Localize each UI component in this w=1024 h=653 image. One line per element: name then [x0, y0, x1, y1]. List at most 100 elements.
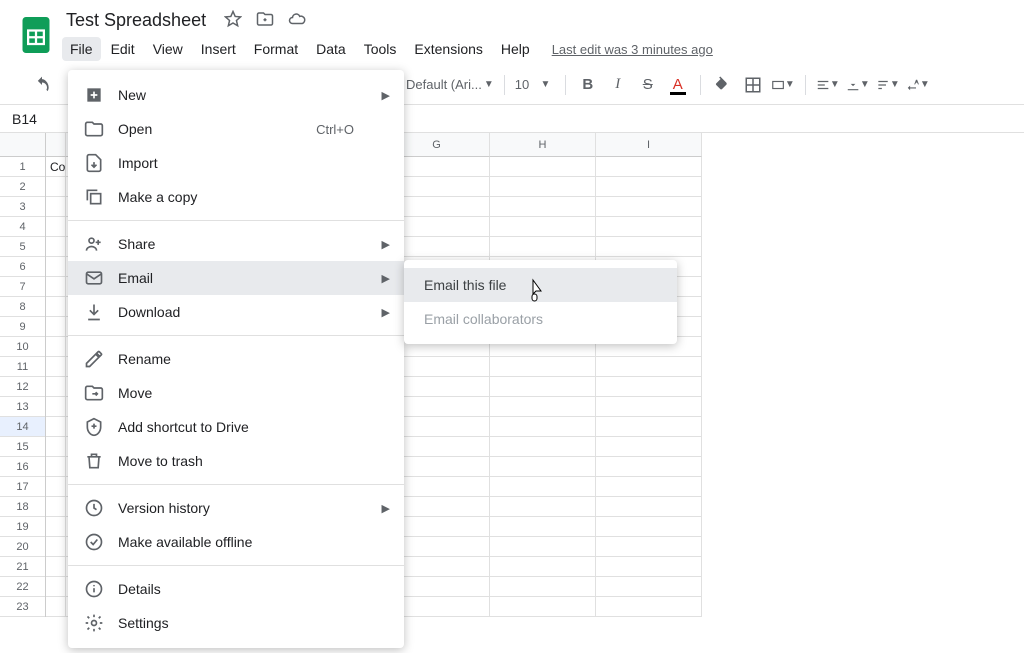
cell[interactable] [46, 357, 66, 377]
cell[interactable] [596, 537, 702, 557]
menu-open[interactable]: OpenCtrl+O [68, 112, 404, 146]
cell[interactable] [596, 397, 702, 417]
menu-move-trash[interactable]: Move to trash [68, 444, 404, 478]
menu-move[interactable]: Move [68, 376, 404, 410]
cell[interactable] [490, 177, 596, 197]
cell[interactable] [490, 217, 596, 237]
cell[interactable] [596, 477, 702, 497]
bold-icon[interactable]: B [576, 73, 600, 97]
row-header[interactable]: 13 [0, 397, 45, 417]
menu-rename[interactable]: Rename [68, 342, 404, 376]
row-header[interactable]: 2 [0, 177, 45, 197]
cell[interactable] [46, 177, 66, 197]
menu-data[interactable]: Data [308, 37, 354, 61]
cell[interactable] [46, 577, 66, 597]
cell[interactable] [490, 517, 596, 537]
cell[interactable] [490, 497, 596, 517]
menu-file[interactable]: File [62, 37, 101, 61]
cell[interactable] [596, 237, 702, 257]
menu-offline[interactable]: Make available offline [68, 525, 404, 559]
cell[interactable] [596, 177, 702, 197]
text-rotation-icon[interactable]: ▼ [906, 73, 930, 97]
cell[interactable] [46, 297, 66, 317]
row-header[interactable]: 4 [0, 217, 45, 237]
menu-edit[interactable]: Edit [103, 37, 143, 61]
column-header[interactable]: I [596, 133, 702, 157]
cell[interactable] [490, 577, 596, 597]
cell[interactable] [596, 597, 702, 617]
menu-details[interactable]: Details [68, 572, 404, 606]
cell[interactable] [46, 457, 66, 477]
cell[interactable] [46, 337, 66, 357]
row-header[interactable]: 21 [0, 557, 45, 577]
menu-extensions[interactable]: Extensions [406, 37, 490, 61]
row-header[interactable]: 16 [0, 457, 45, 477]
cell[interactable]: Co [46, 157, 66, 177]
row-header[interactable]: 5 [0, 237, 45, 257]
row-header[interactable]: 19 [0, 517, 45, 537]
menu-tools[interactable]: Tools [356, 37, 405, 61]
cell[interactable] [46, 317, 66, 337]
strikethrough-icon[interactable]: S [636, 73, 660, 97]
menu-make-copy[interactable]: Make a copy [68, 180, 404, 214]
cell[interactable] [490, 397, 596, 417]
name-box[interactable]: B14 [0, 111, 46, 127]
cell[interactable] [46, 217, 66, 237]
cell[interactable] [46, 437, 66, 457]
cell[interactable] [596, 457, 702, 477]
cell[interactable] [596, 217, 702, 237]
cell[interactable] [596, 577, 702, 597]
last-edit-link[interactable]: Last edit was 3 minutes ago [552, 42, 713, 57]
menu-insert[interactable]: Insert [193, 37, 244, 61]
fill-color-icon[interactable] [711, 73, 735, 97]
cell[interactable] [596, 417, 702, 437]
select-all-corner[interactable] [0, 133, 45, 157]
row-header[interactable]: 11 [0, 357, 45, 377]
row-header[interactable]: 10 [0, 337, 45, 357]
cell[interactable] [490, 477, 596, 497]
menu-email[interactable]: Email▶ [68, 261, 404, 295]
cell[interactable] [490, 157, 596, 177]
sheets-logo[interactable] [18, 17, 54, 53]
row-header[interactable]: 1 [0, 157, 45, 177]
column-header[interactable] [46, 133, 66, 157]
row-header[interactable]: 8 [0, 297, 45, 317]
cell[interactable] [490, 237, 596, 257]
row-header[interactable]: 12 [0, 377, 45, 397]
font-family-select[interactable]: Default (Ari...▼ [406, 77, 494, 92]
cell[interactable] [490, 557, 596, 577]
cell[interactable] [46, 597, 66, 617]
row-header[interactable]: 7 [0, 277, 45, 297]
cell[interactable] [490, 357, 596, 377]
cell[interactable] [46, 277, 66, 297]
cell[interactable] [596, 437, 702, 457]
menu-help[interactable]: Help [493, 37, 538, 61]
vertical-align-icon[interactable]: ▼ [846, 73, 870, 97]
cell[interactable] [596, 497, 702, 517]
star-icon[interactable] [224, 10, 242, 31]
menu-new[interactable]: New▶ [68, 78, 404, 112]
cell[interactable] [490, 537, 596, 557]
cell[interactable] [596, 197, 702, 217]
cell[interactable] [596, 557, 702, 577]
undo-icon[interactable] [30, 73, 54, 97]
row-header[interactable]: 22 [0, 577, 45, 597]
row-header[interactable]: 20 [0, 537, 45, 557]
move-folder-icon[interactable] [256, 10, 274, 31]
cell[interactable] [490, 597, 596, 617]
cell[interactable] [46, 417, 66, 437]
cell[interactable] [490, 197, 596, 217]
cell[interactable] [596, 517, 702, 537]
menu-download[interactable]: Download▶ [68, 295, 404, 329]
merge-cells-icon[interactable]: ▼ [771, 73, 795, 97]
menu-add-shortcut[interactable]: Add shortcut to Drive [68, 410, 404, 444]
cell[interactable] [46, 237, 66, 257]
cell[interactable] [46, 517, 66, 537]
cell[interactable] [490, 457, 596, 477]
cell[interactable] [46, 497, 66, 517]
cloud-status-icon[interactable] [288, 10, 306, 31]
cell[interactable] [596, 157, 702, 177]
cell[interactable] [46, 197, 66, 217]
document-title[interactable]: Test Spreadsheet [62, 8, 210, 33]
italic-icon[interactable]: I [606, 73, 630, 97]
